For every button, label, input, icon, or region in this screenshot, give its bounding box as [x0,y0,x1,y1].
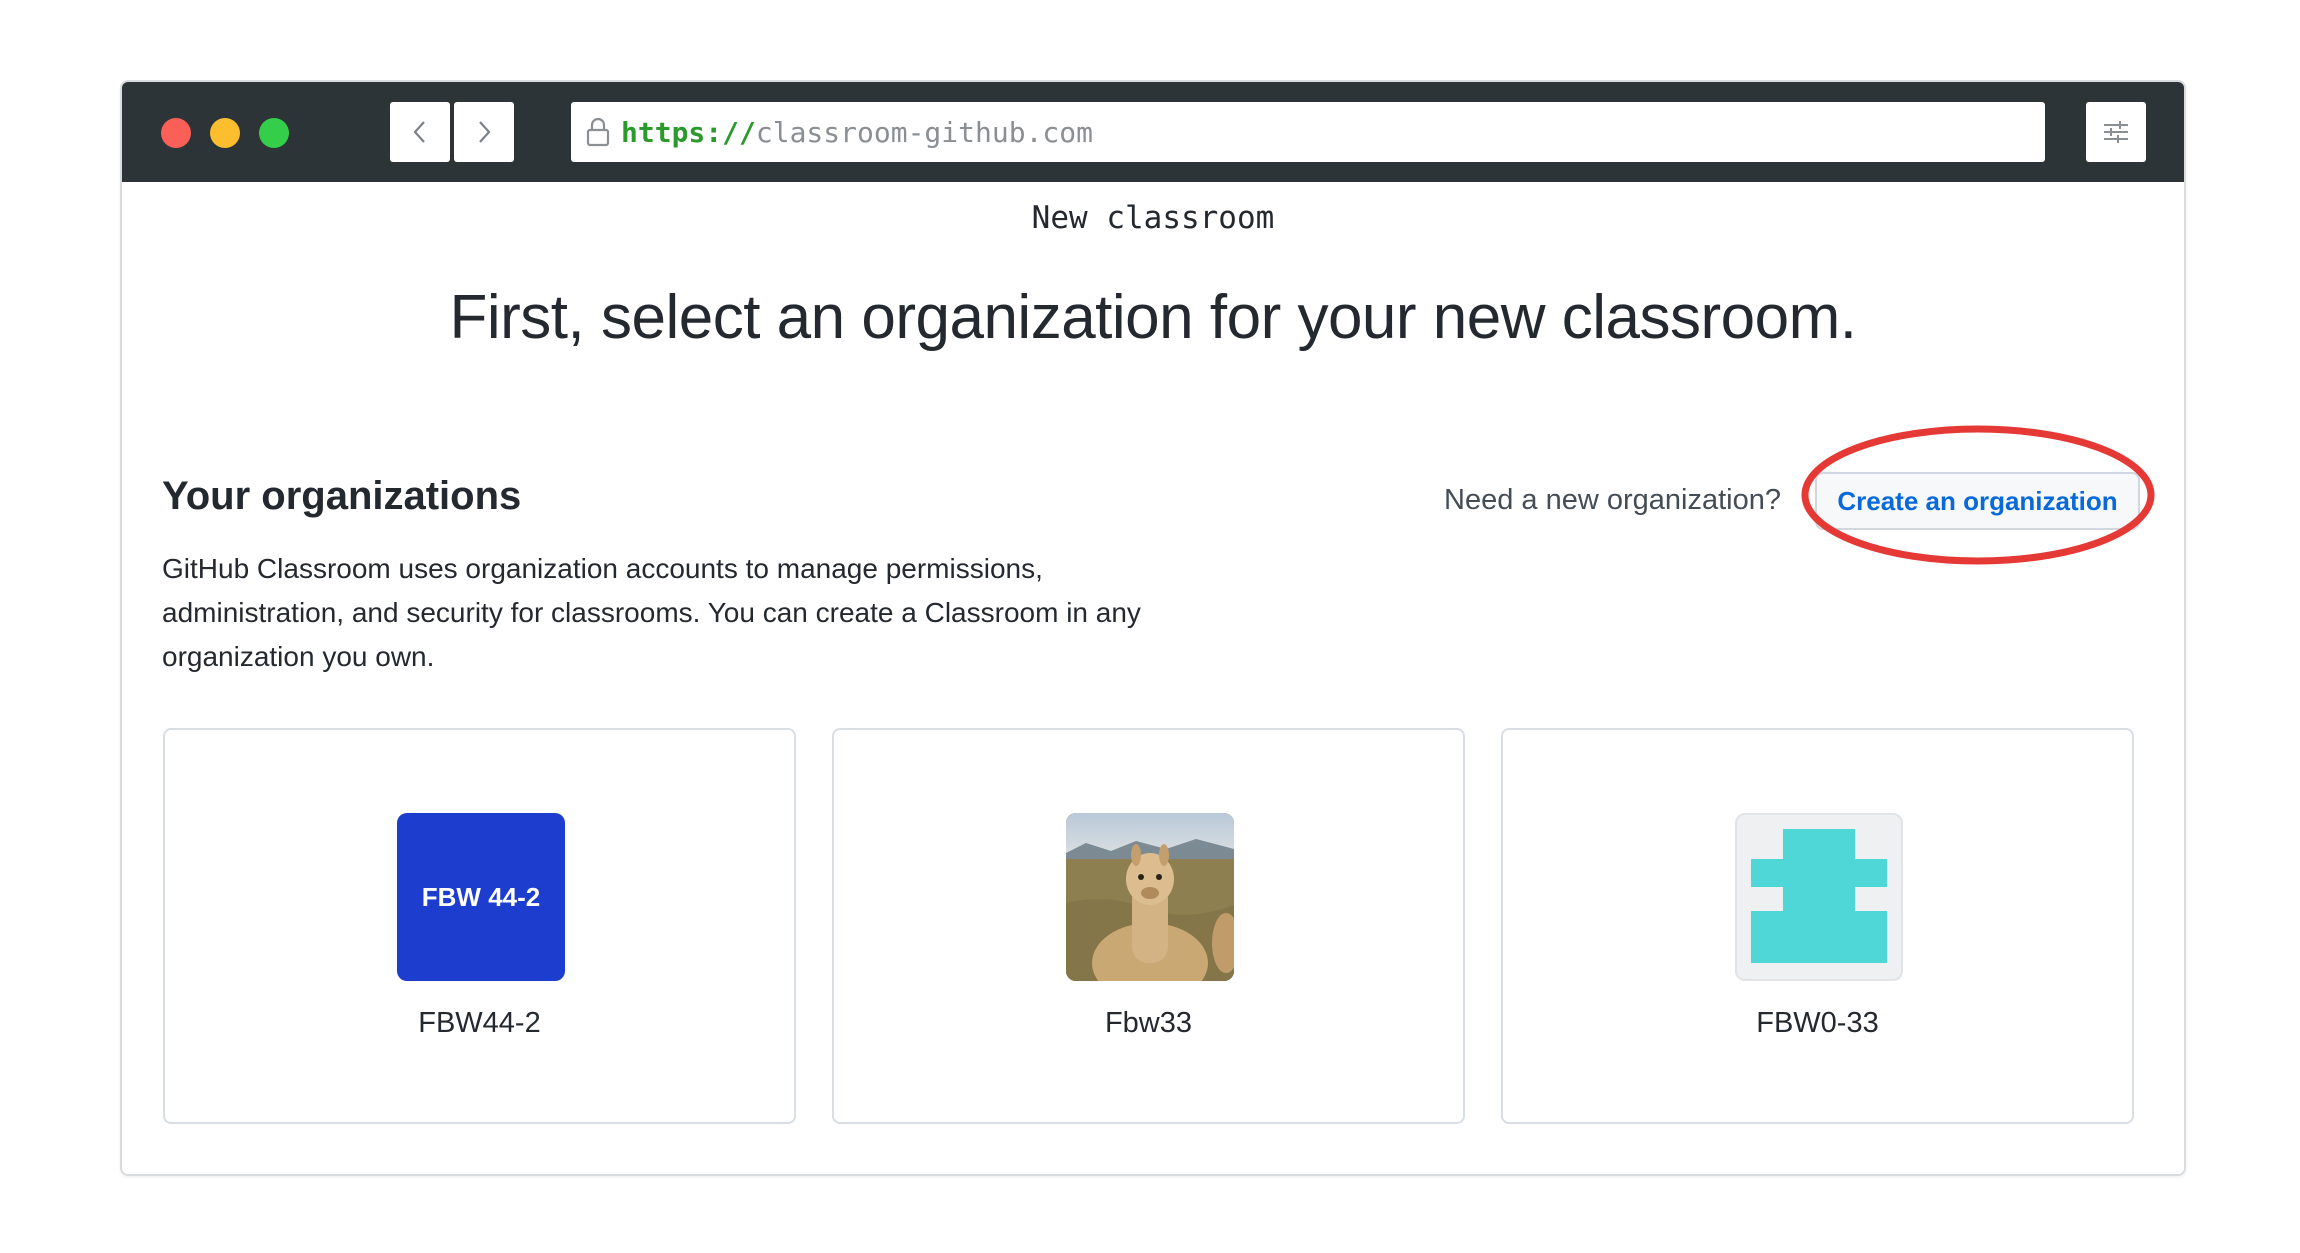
back-button[interactable] [390,102,450,162]
maximize-window-button[interactable] [259,118,289,148]
organization-card-fbw33[interactable]: Fbw33 [832,728,1465,1124]
url-host: classroom-github.com [755,115,1094,149]
chevron-left-icon [413,121,425,143]
settings-button[interactable] [2086,102,2146,162]
organization-avatar: FBW 44-2 [397,813,565,981]
browser-titlebar: https://classroom-github.com [122,82,2184,182]
url-scheme: https:// [621,115,756,149]
page-headline: First, select an organization for your n… [449,283,1857,352]
organization-card-fbw0-33[interactable]: FBW0-33 [1501,728,2134,1124]
organization-name: Fbw33 [1104,1007,1193,1039]
close-window-button[interactable] [161,118,191,148]
identicon-avatar [1735,813,1903,981]
organization-card-fbw44-2[interactable]: FBW 44-2 FBW44-2 [163,728,796,1124]
section-description: GitHub Classroom uses organization accou… [162,553,1141,672]
forward-button[interactable] [454,102,514,162]
sliders-icon [2104,121,2128,143]
section-title: Your organizations [162,474,522,518]
minimize-window-button[interactable] [210,118,240,148]
chevron-right-icon [479,121,491,143]
organization-name: FBW44-2 [418,1007,541,1039]
new-organization-prompt: Need a new organization? [1444,484,1781,516]
lock-icon [585,117,611,147]
address-bar[interactable]: https://classroom-github.com [571,102,2045,162]
browser-window: https://classroom-github.com New classro… [120,80,2186,1176]
organization-name: FBW0-33 [1756,1007,1879,1039]
page-label: New classroom [1031,200,1275,236]
create-organization-button[interactable]: Create an organization [1815,472,2140,530]
alpaca-photo-avatar [1066,813,1234,981]
